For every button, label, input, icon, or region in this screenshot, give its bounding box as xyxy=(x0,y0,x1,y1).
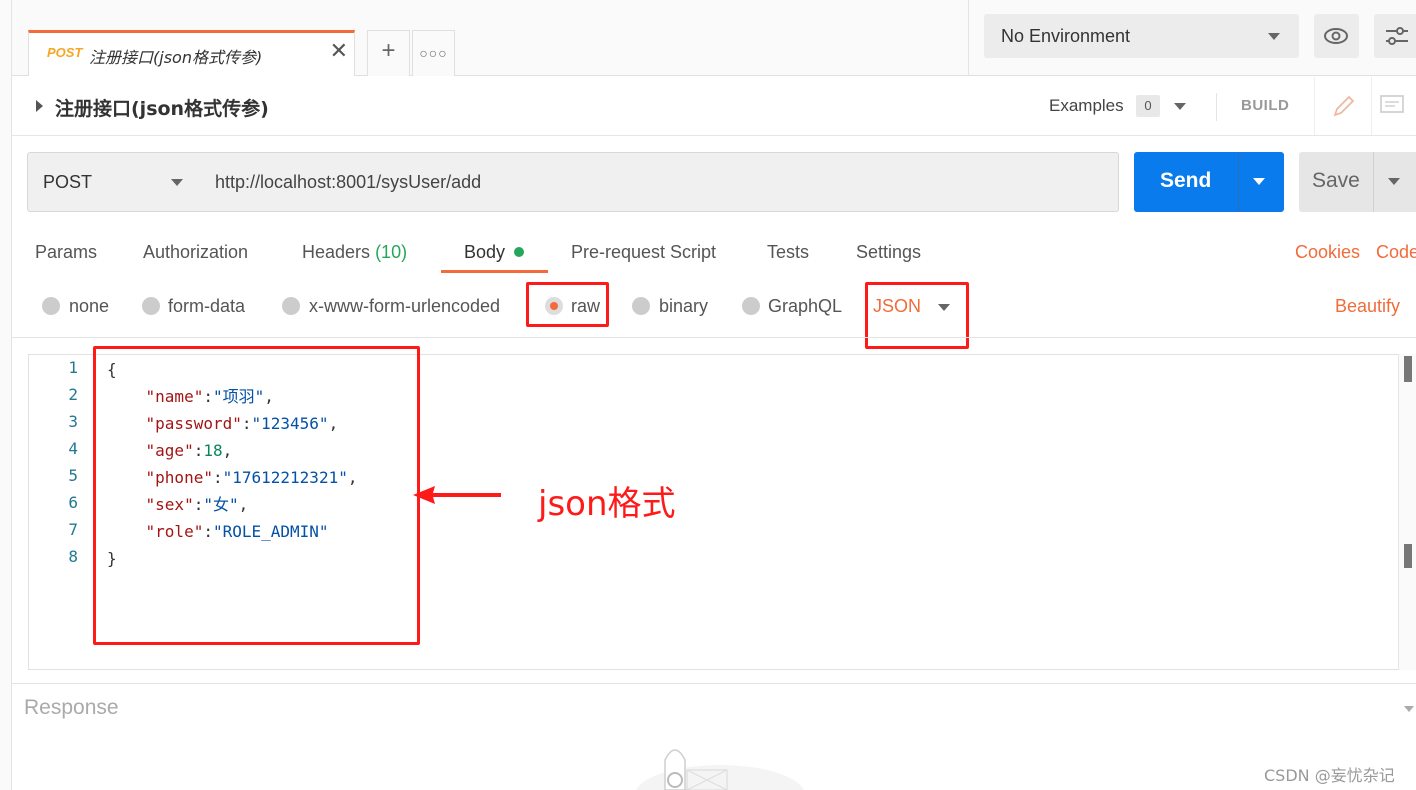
watermark: CSDN @妄忧杂记 xyxy=(1264,766,1395,785)
close-tab-icon[interactable]: ✕ xyxy=(330,40,348,62)
code-link[interactable]: Code xyxy=(1376,242,1416,263)
more-tabs-button[interactable]: ○○○ xyxy=(412,30,455,76)
send-label: Send xyxy=(1160,169,1212,192)
tab-method-label: POST xyxy=(47,45,83,60)
request-title-row: 注册接口(json格式传参) Examples 0 BUILD xyxy=(12,77,1416,136)
examples-count-badge: 0 xyxy=(1136,95,1160,117)
tab-prerequest-script[interactable]: Pre-request Script xyxy=(571,242,716,263)
highlight-json xyxy=(865,282,969,349)
response-label: Response xyxy=(24,696,119,719)
method-value: POST xyxy=(43,172,93,192)
option-none-label[interactable]: none xyxy=(69,296,109,317)
scrollbar-marker xyxy=(1404,544,1412,568)
save-label: Save xyxy=(1312,169,1360,192)
divider xyxy=(12,337,1416,338)
radio-none[interactable] xyxy=(42,297,60,315)
radio-form-data[interactable] xyxy=(142,297,160,315)
line-number: 2 xyxy=(68,385,78,404)
sliders-icon xyxy=(1386,27,1408,45)
ellipsis-icon: ○○○ xyxy=(419,45,448,61)
chevron-down-icon[interactable] xyxy=(1404,706,1414,712)
tab-params[interactable]: Params xyxy=(35,242,97,263)
option-urlencoded-label[interactable]: x-www-form-urlencoded xyxy=(309,296,500,317)
plus-icon: + xyxy=(381,37,396,64)
tab-settings[interactable]: Settings xyxy=(856,242,921,263)
line-number: 6 xyxy=(68,493,78,512)
edit-button[interactable] xyxy=(1314,77,1372,135)
annotation-label: json格式 xyxy=(538,484,676,524)
eye-icon xyxy=(1324,28,1348,44)
beautify-link[interactable]: Beautify xyxy=(1335,296,1400,317)
response-panel: Response xyxy=(12,683,1416,733)
option-form-data-label[interactable]: form-data xyxy=(168,296,245,317)
tab-title: 注册接口(json格式传参) xyxy=(89,48,263,67)
highlight-json-body xyxy=(93,346,420,645)
option-binary-label[interactable]: binary xyxy=(659,296,708,317)
rocket-illustration-icon xyxy=(636,749,804,790)
expand-caret-icon[interactable] xyxy=(36,100,43,112)
url-value: http://localhost:8001/sysUser/add xyxy=(215,172,482,192)
comments-button[interactable] xyxy=(1374,77,1416,135)
comment-icon xyxy=(1380,95,1404,113)
line-number: 4 xyxy=(68,439,78,458)
line-number: 1 xyxy=(68,358,78,377)
chevron-down-icon[interactable] xyxy=(1253,178,1265,185)
environment-value: No Environment xyxy=(1001,26,1131,46)
annotation-arrow-icon xyxy=(413,486,501,504)
sidebar-edge xyxy=(0,0,12,790)
scrollbar-thumb[interactable] xyxy=(1404,356,1412,382)
pencil-icon xyxy=(1333,95,1355,117)
highlight-raw xyxy=(526,282,609,327)
chevron-down-icon xyxy=(171,179,183,186)
method-select[interactable]: POST xyxy=(27,152,201,212)
line-number: 8 xyxy=(68,547,78,566)
cookies-link[interactable]: Cookies xyxy=(1295,242,1360,263)
radio-binary[interactable] xyxy=(632,297,650,315)
tab-body-label: Body xyxy=(464,242,506,262)
editor-scrollbar[interactable] xyxy=(1398,354,1416,670)
tab-headers-label: Headers xyxy=(302,242,371,262)
active-tab-underline xyxy=(441,270,548,273)
chevron-down-icon[interactable] xyxy=(1388,178,1400,185)
divider xyxy=(1238,152,1239,212)
tab-authorization[interactable]: Authorization xyxy=(143,242,248,263)
tab-body[interactable]: Body xyxy=(464,242,525,263)
divider xyxy=(1216,93,1217,121)
manage-environments-button[interactable] xyxy=(1374,14,1416,58)
line-number: 3 xyxy=(68,412,78,431)
line-number-gutter: 1 2 3 4 5 6 7 8 xyxy=(28,354,92,670)
request-name[interactable]: 注册接口(json格式传参) xyxy=(55,94,269,121)
save-button[interactable]: Save xyxy=(1299,152,1416,212)
new-tab-button[interactable]: + xyxy=(367,30,410,76)
environment-select[interactable]: No Environment xyxy=(984,14,1299,58)
radio-graphql[interactable] xyxy=(742,297,760,315)
headers-count: (10) xyxy=(375,242,408,262)
divider xyxy=(968,0,969,76)
tab-tests[interactable]: Tests xyxy=(767,242,809,263)
build-mode-label[interactable]: BUILD xyxy=(1241,97,1289,114)
chevron-down-icon[interactable] xyxy=(1174,103,1186,110)
url-input[interactable]: http://localhost:8001/sysUser/add xyxy=(200,152,1119,212)
radio-urlencoded[interactable] xyxy=(282,297,300,315)
chevron-down-icon xyxy=(1268,33,1280,40)
divider xyxy=(1373,152,1374,212)
line-number: 7 xyxy=(68,520,78,539)
line-number: 5 xyxy=(68,466,78,485)
body-indicator-dot xyxy=(514,247,525,257)
option-graphql-label[interactable]: GraphQL xyxy=(768,296,842,317)
request-tab[interactable]: POST 注册接口(json格式传参) ✕ xyxy=(28,30,355,76)
send-button[interactable]: Send xyxy=(1134,152,1284,212)
environment-quick-look-button[interactable] xyxy=(1314,14,1359,58)
tab-headers[interactable]: Headers (10) xyxy=(302,242,407,263)
examples-dropdown[interactable]: Examples xyxy=(1049,96,1124,116)
